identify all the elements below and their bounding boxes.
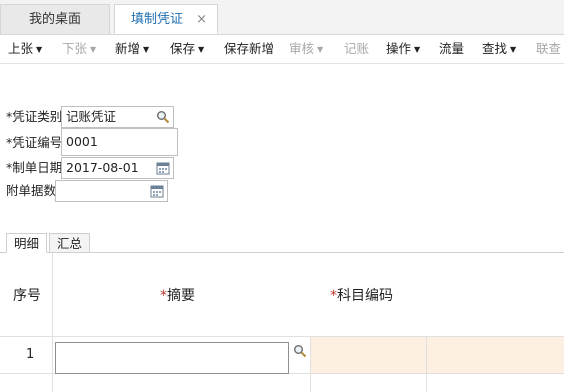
- prev-voucher-button[interactable]: 上张 ▼: [8, 35, 42, 63]
- voucher-date-label: *制单日期: [6, 160, 63, 175]
- tab-summary[interactable]: 汇总: [49, 233, 90, 253]
- column-header-summary: *摘要: [160, 288, 195, 304]
- caret-down-icon: ▼: [90, 45, 97, 54]
- voucher-type-label: *凭证类别: [6, 109, 63, 124]
- required-star: *: [330, 288, 337, 304]
- tab-strip: 我的桌面 填制凭证 ×: [0, 0, 564, 35]
- caret-down-icon: ▼: [36, 45, 43, 54]
- find-button[interactable]: 查找 ▼: [482, 35, 516, 63]
- account-code-cell[interactable]: [310, 337, 564, 373]
- tab-label: 明细: [13, 236, 39, 251]
- next-voucher-button[interactable]: 下张 ▼: [62, 35, 96, 63]
- caret-down-icon: ▼: [317, 45, 324, 54]
- grid-header-divider: [0, 336, 564, 337]
- grid-column-divider: [426, 337, 427, 392]
- tab-detail[interactable]: 明细: [6, 233, 47, 253]
- audit-button[interactable]: 审核 ▼: [289, 35, 323, 63]
- attachments-label: 附单据数: [6, 183, 57, 198]
- caret-down-icon: ▼: [414, 45, 421, 54]
- column-header-index: 序号: [13, 288, 41, 304]
- tab-label: 汇总: [56, 236, 82, 251]
- caret-down-icon: ▼: [510, 45, 517, 54]
- tab-fill-voucher[interactable]: 填制凭证 ×: [114, 4, 218, 34]
- row-index: 1: [26, 347, 35, 362]
- voucher-number-label: *凭证编号: [6, 135, 63, 150]
- caret-down-icon: ▼: [198, 45, 205, 54]
- required-star: *: [160, 288, 167, 304]
- search-icon[interactable]: [293, 344, 307, 358]
- voucher-type-field[interactable]: 记账凭证: [61, 106, 174, 128]
- search-icon[interactable]: [156, 110, 170, 124]
- column-header-account-code: *科目编码: [330, 288, 393, 304]
- grid-column-divider: [52, 253, 53, 392]
- calendar-icon[interactable]: [156, 161, 170, 175]
- add-button[interactable]: 新增 ▼: [115, 35, 149, 63]
- voucher-number-field[interactable]: 0001: [61, 128, 178, 156]
- operation-button[interactable]: 操作 ▼: [386, 35, 420, 63]
- attachments-field[interactable]: [55, 180, 168, 202]
- save-button[interactable]: 保存 ▼: [170, 35, 204, 63]
- voucher-date-value: 2017-08-01: [66, 160, 139, 175]
- grid-column-divider: [310, 337, 311, 392]
- cash-flow-button[interactable]: 流量: [439, 35, 464, 63]
- summary-input[interactable]: [55, 342, 289, 374]
- save-and-add-button[interactable]: 保存新增: [224, 35, 274, 63]
- tab-my-desktop[interactable]: 我的桌面: [0, 4, 110, 34]
- close-icon[interactable]: ×: [196, 5, 207, 35]
- voucher-type-value: 记账凭证: [66, 109, 117, 124]
- post-button[interactable]: 记账: [344, 35, 369, 63]
- calendar-icon[interactable]: [150, 184, 164, 198]
- voucher-date-field[interactable]: 2017-08-01: [61, 157, 174, 179]
- caret-down-icon: ▼: [143, 45, 150, 54]
- link-query-button[interactable]: 联查: [536, 35, 561, 63]
- voucher-number-value: 0001: [66, 134, 98, 149]
- tab-label: 我的桌面: [28, 12, 81, 27]
- tab-label: 填制凭证: [131, 12, 184, 27]
- toolbar: 上张 ▼ 下张 ▼ 新增 ▼ 保存 ▼ 保存新增 审核 ▼ 记账 操作 ▼ 流量 查找 ▼ 联…: [0, 35, 564, 64]
